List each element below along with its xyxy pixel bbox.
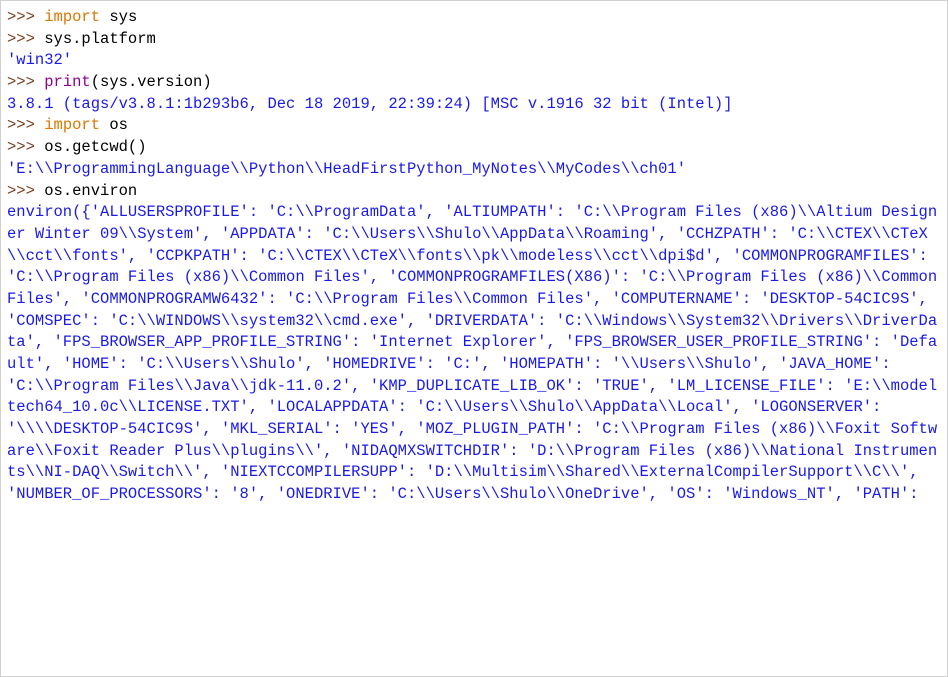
expr: os.getcwd() bbox=[44, 138, 146, 156]
prompt: >>> bbox=[7, 8, 44, 26]
expr: os.environ bbox=[44, 182, 137, 200]
keyword-import: import bbox=[44, 8, 100, 26]
prompt: >>> bbox=[7, 30, 44, 48]
output-text: 'win32' bbox=[7, 51, 72, 69]
repl-line-sys-platform: >>> sys.platform bbox=[7, 29, 941, 51]
space bbox=[100, 116, 109, 134]
repl-line-environ: >>> os.environ bbox=[7, 181, 941, 203]
prompt: >>> bbox=[7, 138, 44, 156]
repl-output-environ: environ({'ALLUSERSPROFILE': 'C:\\Program… bbox=[7, 202, 941, 506]
space bbox=[100, 8, 109, 26]
func-print: print bbox=[44, 73, 91, 91]
module-os: os bbox=[109, 116, 128, 134]
repl-line-import-os: >>> import os bbox=[7, 115, 941, 137]
prompt: >>> bbox=[7, 182, 44, 200]
output-text: 'E:\\ProgrammingLanguage\\Python\\HeadFi… bbox=[7, 160, 686, 178]
expr: sys.platform bbox=[44, 30, 156, 48]
repl-output-version: 3.8.1 (tags/v3.8.1:1b293b6, Dec 18 2019,… bbox=[7, 94, 941, 116]
keyword-import: import bbox=[44, 116, 100, 134]
args: (sys.version) bbox=[91, 73, 212, 91]
repl-line-import-sys: >>> import sys bbox=[7, 7, 941, 29]
repl-line-print-version: >>> print(sys.version) bbox=[7, 72, 941, 94]
prompt: >>> bbox=[7, 116, 44, 134]
module-sys: sys bbox=[109, 8, 137, 26]
repl-output-cwd: 'E:\\ProgrammingLanguage\\Python\\HeadFi… bbox=[7, 159, 941, 181]
prompt: >>> bbox=[7, 73, 44, 91]
output-text: 3.8.1 (tags/v3.8.1:1b293b6, Dec 18 2019,… bbox=[7, 95, 733, 113]
output-text: environ({'ALLUSERSPROFILE': 'C:\\Program… bbox=[7, 203, 946, 503]
repl-line-getcwd: >>> os.getcwd() bbox=[7, 137, 941, 159]
repl-output-platform: 'win32' bbox=[7, 50, 941, 72]
